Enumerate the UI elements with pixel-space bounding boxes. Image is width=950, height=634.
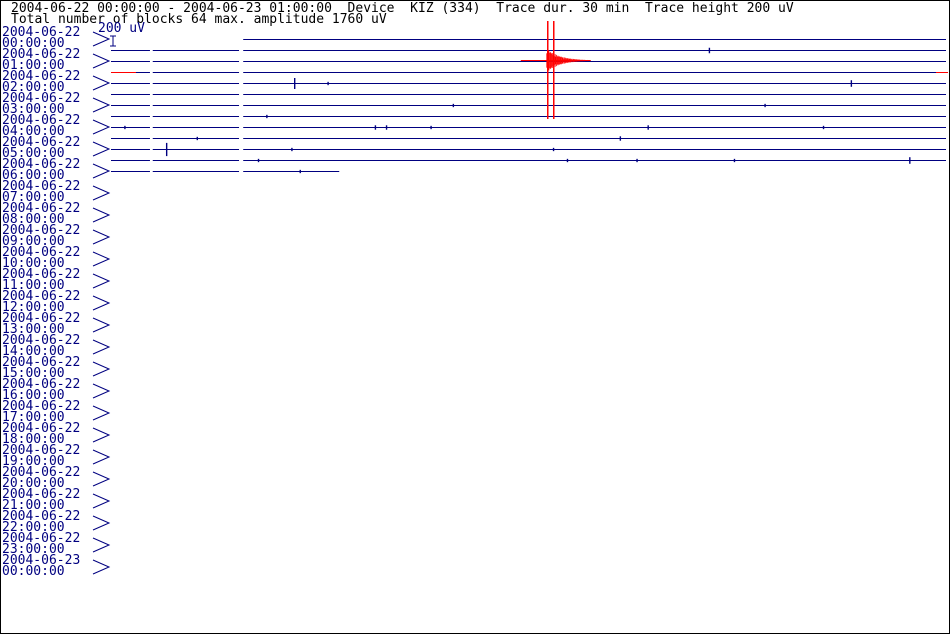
trace bbox=[111, 114, 946, 119]
tick-marker bbox=[92, 75, 111, 91]
tick-marker bbox=[92, 141, 111, 157]
tick-marker bbox=[92, 163, 111, 179]
trace bbox=[111, 78, 946, 89]
trace bbox=[111, 47, 946, 54]
tick-label-time: 00:00:00 bbox=[2, 564, 65, 579]
tick-marker bbox=[92, 361, 111, 377]
tick-marker bbox=[92, 317, 111, 333]
tick-marker bbox=[92, 493, 111, 509]
tick-marker bbox=[92, 251, 111, 267]
trace bbox=[111, 103, 946, 108]
event-overlay bbox=[111, 21, 948, 119]
trace bbox=[111, 157, 946, 164]
time-axis-labels: 2004-06-2200:00:002004-06-2201:00:002004… bbox=[2, 25, 111, 579]
tick-marker bbox=[92, 515, 111, 531]
tick-marker bbox=[92, 339, 111, 355]
tick-marker bbox=[92, 471, 111, 487]
trace bbox=[111, 125, 946, 130]
tick-marker bbox=[92, 383, 111, 399]
tick-marker bbox=[92, 119, 111, 135]
tick-marker bbox=[92, 559, 111, 575]
scale-bar bbox=[110, 35, 116, 47]
trace bbox=[111, 169, 340, 174]
trace bbox=[111, 136, 946, 141]
tick-marker bbox=[92, 449, 111, 465]
tick-marker bbox=[92, 97, 111, 113]
tick-marker bbox=[92, 53, 111, 69]
tick-marker bbox=[92, 207, 111, 223]
tick-marker bbox=[92, 185, 111, 201]
tick-marker bbox=[92, 295, 111, 311]
seismogram-window: 2004-06-22 00:00:00 - 2004-06-23 01:00:0… bbox=[0, 0, 950, 634]
tick-marker bbox=[92, 537, 111, 553]
tick-marker bbox=[92, 229, 111, 245]
trace-lines bbox=[111, 39, 946, 174]
tick-marker bbox=[92, 427, 111, 443]
helicorder-plot: 2004-06-2200:00:002004-06-2201:00:002004… bbox=[2, 21, 948, 579]
tick-marker bbox=[92, 31, 111, 47]
tick-marker bbox=[92, 405, 111, 421]
trace bbox=[111, 142, 946, 157]
tick-marker bbox=[92, 273, 111, 289]
